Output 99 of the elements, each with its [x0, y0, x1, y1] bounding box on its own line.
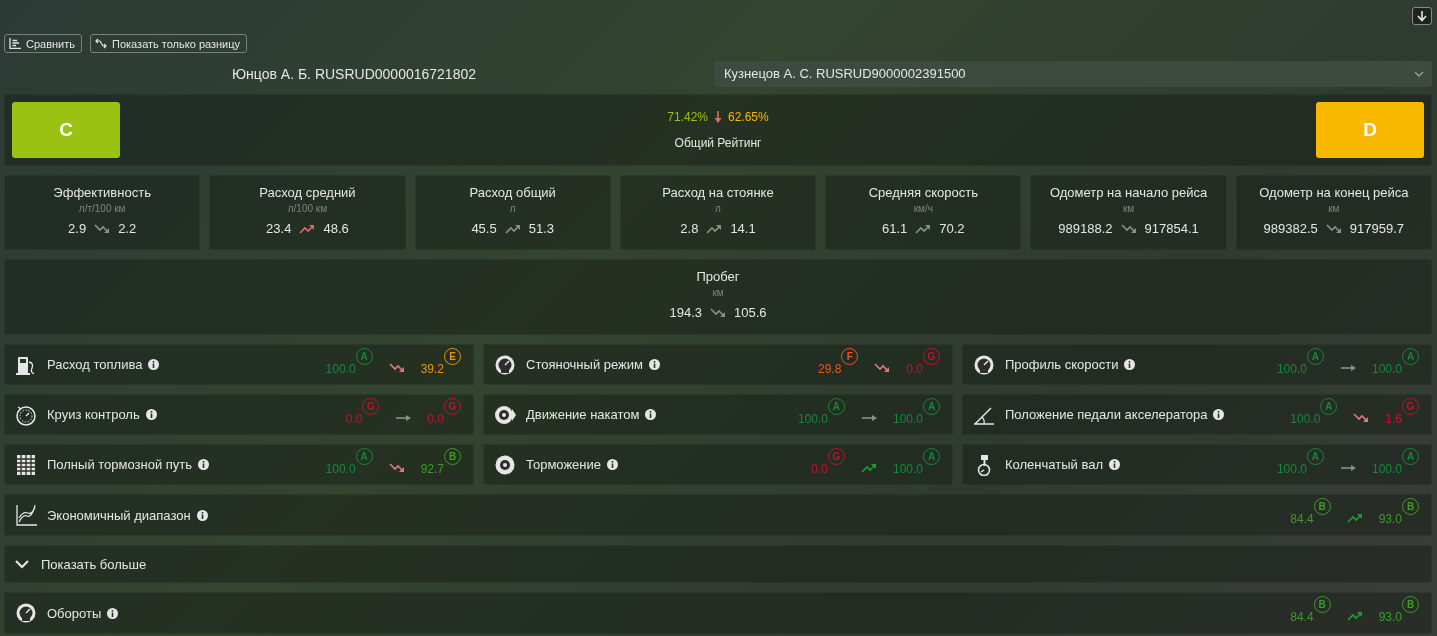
driver-select[interactable]: Кузнецов А. С. RUSRUD9000002391500	[714, 60, 1432, 87]
metric-value: 14.1	[730, 221, 756, 236]
metric-unit: км	[1328, 203, 1340, 214]
score-label: Стояночный режим	[526, 357, 643, 372]
score-label: Профиль скорости	[1005, 357, 1119, 372]
score-value: 1.6	[1385, 410, 1402, 426]
score-label: Торможение	[526, 457, 601, 472]
score-value: 100.0	[1371, 360, 1402, 376]
score-value: 100.0	[892, 460, 923, 476]
metric-title: Расход общий	[469, 185, 556, 200]
metric-unit: км	[712, 287, 724, 298]
info-icon	[145, 409, 157, 420]
chevron-down-icon	[1414, 70, 1424, 77]
metric-title: Одометр на конец рейса	[1259, 185, 1409, 200]
score-value: 0.0	[906, 360, 923, 376]
score-label: Полный тормозной путь	[47, 457, 193, 472]
score-value: 100.0	[1276, 360, 1307, 376]
metric-value: 45.5	[471, 221, 497, 236]
score-value: 0.0	[345, 410, 363, 426]
speedometer-icon	[15, 403, 37, 426]
metric-value: 2.8	[680, 221, 699, 236]
download-icon	[1417, 10, 1427, 22]
metric-value: 2.2	[118, 221, 137, 236]
metric-title: Одометр на начало рейса	[1049, 185, 1208, 200]
metric-value: 194.3	[669, 305, 702, 320]
score-value: 100.0	[797, 410, 828, 426]
score-label: Круиз контроль	[47, 407, 140, 422]
score-value: 39.2	[420, 360, 444, 376]
wheel-icon	[494, 403, 516, 426]
show-more-button[interactable]: Показать больше	[4, 545, 1432, 583]
driver-name: Юнцов А. Б. RUSRUD0000016721802	[230, 65, 477, 82]
score-value: 93.0	[1378, 511, 1402, 526]
score-value: 100.0	[1371, 460, 1402, 476]
rating-value: 71.42%	[667, 110, 708, 124]
info-icon	[645, 409, 657, 420]
rating-title: Общий Рейтинг	[674, 136, 762, 150]
download-button[interactable]	[1412, 7, 1432, 25]
score-value: 93.0	[1378, 609, 1402, 624]
score-value: 100.0	[892, 410, 923, 426]
score-label: Экономичный диапазон	[47, 507, 191, 523]
metric-value: 48.6	[323, 221, 349, 236]
difference-button[interactable]: Показать только разницу	[90, 34, 248, 53]
gauge-icon	[494, 353, 516, 376]
metric-value: 989382.5	[1263, 221, 1318, 236]
metric-value: 917959.7	[1349, 221, 1405, 236]
brake-disc-icon	[494, 453, 516, 476]
info-icon	[198, 459, 210, 470]
score-value: 0.0	[811, 460, 828, 476]
metric-title: Расход на стоянке	[662, 185, 774, 200]
metric-unit: л	[509, 203, 516, 214]
gauge-icon	[15, 602, 37, 624]
metric-value: 2.9	[68, 221, 87, 236]
score-value: 84.4	[1290, 609, 1314, 624]
info-icon	[1213, 409, 1225, 420]
metric-value: 70.2	[939, 221, 965, 236]
grade-box: D	[1316, 102, 1424, 158]
tire-tread-icon	[15, 453, 37, 476]
metric-unit: л	[715, 203, 721, 214]
metric-value: 61.1	[881, 221, 908, 236]
diff-arrows-icon	[95, 38, 107, 49]
score-value: 100.0	[325, 360, 356, 376]
score-label: Движение накатом	[526, 407, 640, 422]
metric-value: 989188.2	[1058, 221, 1113, 236]
info-icon	[196, 509, 208, 521]
score-value: 100.0	[325, 460, 356, 476]
score-value: 29.8	[817, 360, 842, 376]
line-chart-icon	[15, 504, 37, 526]
metric-unit: л/100 км	[287, 203, 328, 214]
metric-value: 105.6	[734, 305, 767, 320]
metric-unit: л/т/100 км	[78, 203, 126, 214]
metric-title: Средняя скорость	[868, 185, 978, 200]
metric-title: Пробег	[696, 269, 740, 284]
info-icon	[607, 459, 618, 470]
info-icon	[1109, 459, 1120, 470]
metric-title: Эффективность	[53, 185, 151, 200]
score-value: 100.0	[1276, 460, 1307, 476]
info-icon	[148, 359, 160, 370]
compare-button[interactable]: Сравнить	[4, 34, 82, 53]
metric-title: Расход средний	[259, 185, 356, 200]
metric-value: 51.3	[528, 221, 554, 236]
rating-value: 62.65%	[728, 110, 769, 124]
score-value: 84.4	[1290, 511, 1314, 526]
score-label: Обороты	[47, 605, 102, 621]
score-label: Положение педали акселератора	[1005, 407, 1208, 422]
metric-value: 23.4	[266, 221, 292, 236]
score-value: 0.0	[427, 410, 444, 426]
info-icon	[1124, 359, 1136, 370]
info-icon	[648, 359, 660, 370]
score-label: Расход топлива	[47, 357, 143, 372]
score-value: 92.7	[420, 460, 444, 476]
score-label: Коленчатый вал	[1005, 457, 1103, 472]
metric-unit: км	[1122, 203, 1135, 214]
metric-unit: км/ч	[913, 203, 933, 214]
list-chart-icon	[9, 38, 21, 49]
grade-box: C	[12, 102, 120, 158]
score-value: 100.0	[1290, 410, 1321, 426]
info-icon	[107, 607, 119, 619]
metric-value: 917854.1	[1144, 221, 1199, 236]
gauge-icon	[973, 353, 995, 376]
